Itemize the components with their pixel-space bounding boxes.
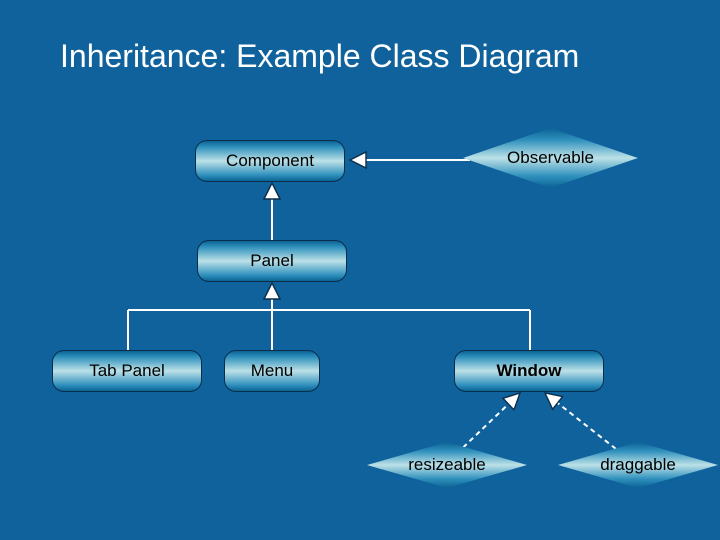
class-label: Tab Panel [89, 361, 165, 381]
mixin-resizeable: resizeable [367, 442, 527, 488]
mixin-label: resizeable [408, 455, 486, 475]
class-box-tab-panel: Tab Panel [52, 350, 202, 392]
page-title: Inheritance: Example Class Diagram [60, 38, 579, 75]
class-box-menu: Menu [224, 350, 320, 392]
class-label: Panel [250, 251, 293, 271]
class-box-component: Component [195, 140, 345, 182]
class-box-window: Window [454, 350, 604, 392]
mixin-observable: Observable [463, 128, 638, 188]
class-box-panel: Panel [197, 240, 347, 282]
mixin-label: Observable [507, 148, 594, 168]
class-label: Menu [251, 361, 294, 381]
class-label: Window [497, 361, 562, 381]
class-label: Component [226, 151, 314, 171]
mixin-label: draggable [600, 455, 676, 475]
mixin-draggable: draggable [558, 442, 718, 488]
